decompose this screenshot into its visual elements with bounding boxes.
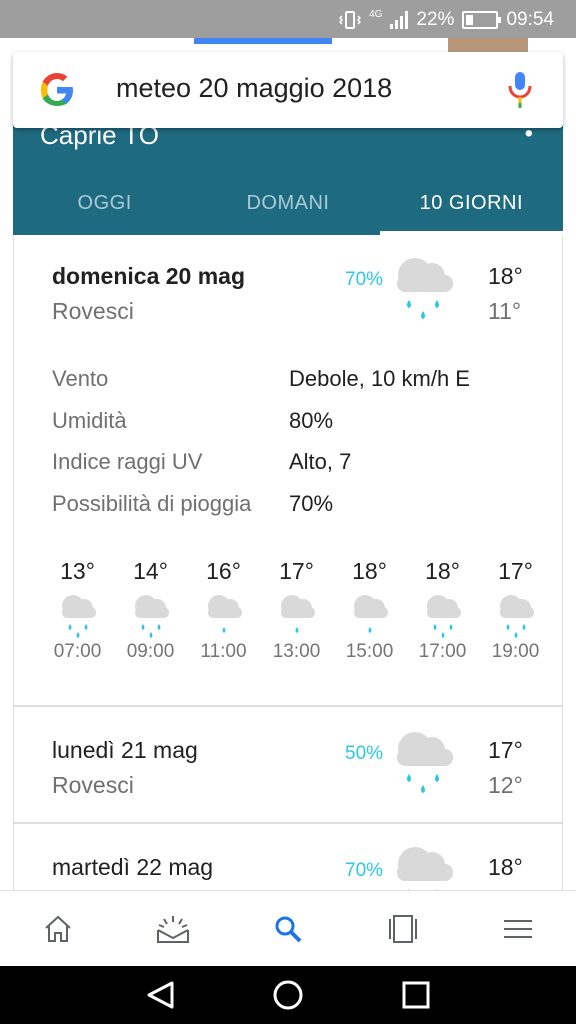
detail-value-uv: Alto, 7 bbox=[289, 449, 352, 474]
forecast-tabs: OGGI DOMANI 10 GIORNI bbox=[13, 175, 563, 235]
cloud-rain-icon bbox=[280, 595, 315, 633]
hourly-item: 17° 13:00 bbox=[260, 555, 333, 663]
tabs-icon bbox=[389, 914, 418, 943]
hour-temp: 17° bbox=[498, 558, 533, 584]
hour-temp: 17° bbox=[279, 558, 314, 584]
hourly-item: 14° 09:00 bbox=[114, 555, 187, 663]
network-type: 4G bbox=[369, 8, 383, 20]
day-card-expanded[interactable]: domenica 20 mag Rovesci 70% 18° 11° Vent… bbox=[14, 235, 562, 705]
day-card[interactable]: lunedì 21 mag Rovesci 50% 17° 12° bbox=[14, 707, 562, 822]
hour-temp: 14° bbox=[133, 558, 168, 584]
system-navigation-bar bbox=[0, 966, 576, 1024]
search-bar[interactable]: meteo 20 maggio 2018 bbox=[13, 52, 563, 128]
home-button-icon[interactable] bbox=[272, 979, 304, 1011]
search-icon bbox=[275, 916, 302, 942]
nav-search[interactable] bbox=[230, 891, 345, 966]
weather-header: Caprie TO • OGGI DOMANI 10 GIORNI bbox=[13, 110, 563, 235]
bottom-navigation bbox=[0, 890, 576, 966]
hour-temp: 16° bbox=[206, 558, 241, 584]
precip-probability: 50% bbox=[345, 743, 384, 764]
hour-time: 15:00 bbox=[345, 641, 394, 662]
nav-updates[interactable] bbox=[115, 891, 230, 966]
hour-time: 09:00 bbox=[126, 641, 175, 662]
temp-high: 18° bbox=[488, 263, 523, 289]
cloud-rain-icon bbox=[61, 595, 96, 638]
hour-temp: 18° bbox=[352, 558, 387, 584]
hourly-item: 16° 11:00 bbox=[187, 555, 260, 663]
hourly-item: 18° 17:00 bbox=[406, 555, 479, 663]
signal-icon bbox=[390, 11, 409, 29]
day-condition: Rovesci bbox=[52, 298, 134, 324]
hourly-item: 18° 15:00 bbox=[333, 555, 406, 663]
day-name: domenica 20 mag bbox=[52, 263, 246, 289]
tab-tomorrow[interactable]: DOMANI bbox=[196, 175, 379, 235]
day-name: lunedì 21 mag bbox=[52, 737, 198, 763]
nav-menu[interactable] bbox=[461, 891, 576, 966]
hour-time: 07:00 bbox=[53, 641, 102, 662]
detail-label-rain-chance: Possibilità di pioggia bbox=[52, 491, 252, 516]
hour-time: 13:00 bbox=[272, 641, 321, 662]
cloud-rain-icon bbox=[134, 595, 169, 638]
temp-high: 18° bbox=[488, 854, 523, 880]
back-icon[interactable] bbox=[144, 980, 176, 1010]
hour-time: 17:00 bbox=[418, 641, 467, 662]
google-logo-icon bbox=[41, 73, 73, 106]
hour-time: 11:00 bbox=[200, 641, 247, 662]
tab-today[interactable]: OGGI bbox=[13, 175, 196, 235]
background-thumbnail bbox=[448, 38, 528, 52]
updates-icon bbox=[156, 915, 189, 943]
precip-probability: 70% bbox=[345, 269, 384, 290]
day-condition: Rovesci bbox=[52, 772, 134, 798]
search-query[interactable]: meteo 20 maggio 2018 bbox=[116, 73, 392, 104]
vibrate-icon bbox=[339, 11, 362, 29]
hourly-item: 13° 07:00 bbox=[41, 555, 114, 663]
nav-tabs[interactable] bbox=[346, 891, 461, 966]
detail-label-uv: Indice raggi UV bbox=[52, 449, 203, 474]
hour-time: 19:00 bbox=[491, 641, 540, 662]
day-card[interactable]: martedì 22 mag 70% 18° bbox=[14, 824, 562, 890]
battery-icon bbox=[462, 11, 502, 29]
status-bar: 4G 22% 09:54 bbox=[0, 0, 576, 38]
hourly-forecast[interactable]: 13° 07:00 14° 09:00 16° 11:00 17° 13:00 18° 15:00… bbox=[41, 555, 562, 675]
temp-low: 11° bbox=[488, 298, 522, 324]
background-result-bar bbox=[194, 38, 332, 44]
detail-value-humidity: 80% bbox=[289, 408, 334, 433]
recents-icon[interactable] bbox=[402, 981, 430, 1009]
hour-temp: 13° bbox=[60, 558, 95, 584]
temp-high: 17° bbox=[488, 737, 523, 763]
cloud-rain-icon bbox=[207, 595, 242, 633]
day-name: martedì 22 mag bbox=[52, 854, 214, 880]
cloud-rain-icon bbox=[426, 595, 461, 638]
cloud-rain-icon bbox=[353, 595, 388, 633]
cloud-rain-icon bbox=[397, 732, 453, 793]
menu-icon bbox=[504, 919, 533, 938]
battery-percent: 22% bbox=[416, 9, 455, 30]
temp-low: 12° bbox=[488, 772, 523, 798]
detail-label-wind: Vento bbox=[52, 366, 109, 391]
home-icon bbox=[44, 915, 71, 942]
cloud-rain-icon bbox=[397, 258, 453, 319]
detail-value-rain-chance: 70% bbox=[289, 491, 334, 516]
microphone-icon[interactable] bbox=[507, 70, 533, 110]
cloud-rain-icon bbox=[499, 595, 534, 638]
hourly-item: 17° 19:00 bbox=[479, 555, 552, 663]
detail-label-humidity: Umidità bbox=[52, 408, 127, 433]
detail-value-wind: Debole, 10 km/h E bbox=[289, 366, 470, 391]
precip-probability: 70% bbox=[345, 860, 384, 881]
tab-10-days[interactable]: 10 GIORNI bbox=[379, 175, 563, 235]
forecast-list: domenica 20 mag Rovesci 70% 18° 11° Vent… bbox=[13, 235, 563, 890]
nav-home[interactable] bbox=[0, 891, 115, 966]
cloud-rain-icon bbox=[397, 847, 453, 890]
status-icons: 4G 22% 09:54 bbox=[339, 8, 554, 32]
clock: 09:54 bbox=[506, 9, 554, 30]
hour-temp: 18° bbox=[425, 558, 460, 584]
